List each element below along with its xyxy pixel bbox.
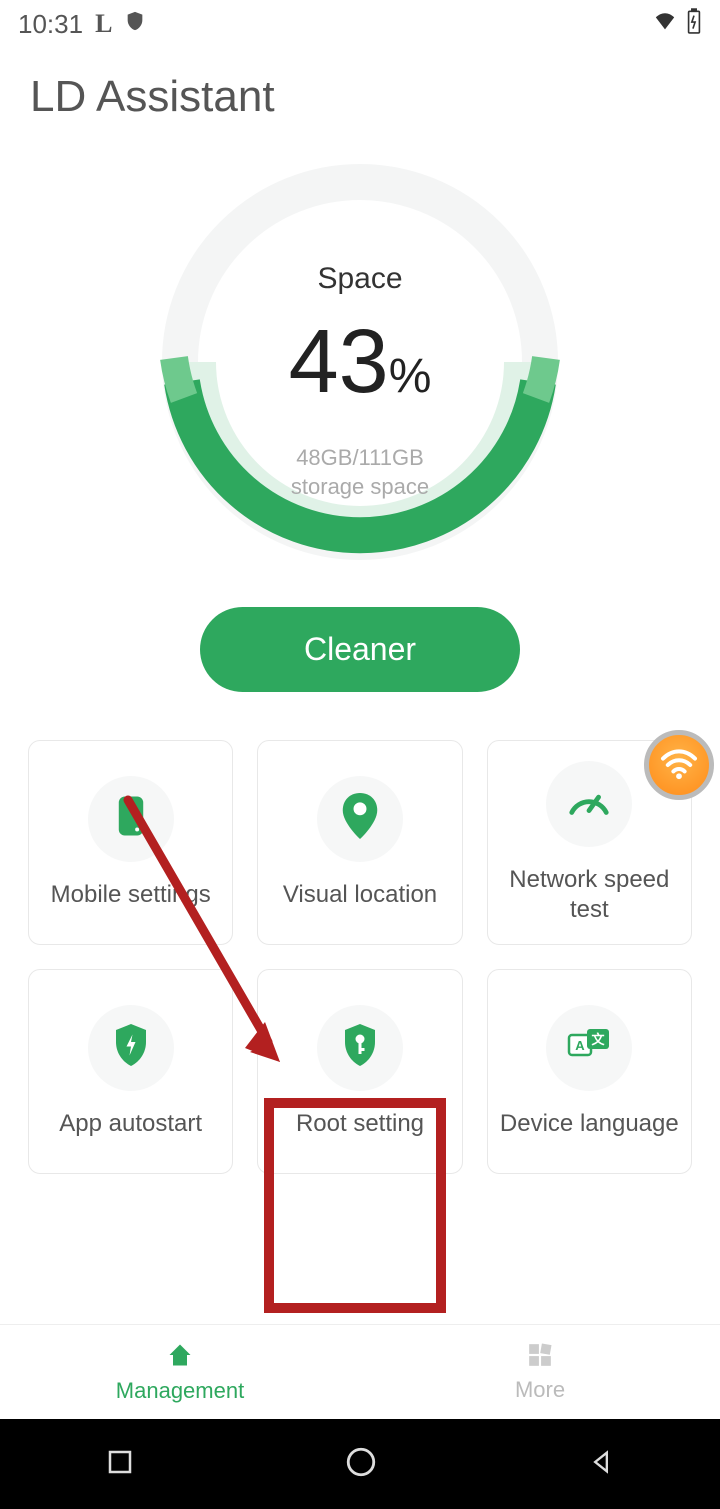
storage-gauge: Space 43% 48GB/111GB storage space [160, 162, 560, 562]
wifi-icon [652, 9, 678, 40]
battery-charging-icon [686, 8, 702, 41]
gauge-subtext: 48GB/111GB storage space [291, 444, 429, 501]
shield-icon [124, 9, 146, 40]
mobile-settings-card[interactable]: Mobile settings [28, 740, 233, 945]
android-nav-bar [0, 1419, 720, 1509]
percent-sign: % [389, 350, 432, 403]
card-label: Device language [500, 1109, 679, 1139]
location-pin-icon [342, 793, 378, 844]
card-label: Visual location [283, 880, 437, 910]
app-autostart-card[interactable]: App autostart [28, 969, 233, 1174]
status-bar: 10:31 L [0, 0, 720, 48]
status-time: 10:31 [18, 9, 83, 40]
gauge-sub-line2: storage space [291, 473, 429, 502]
nav-more[interactable]: More [360, 1325, 720, 1419]
device-language-card[interactable]: A文 Device language [487, 969, 692, 1174]
svg-text:文: 文 [592, 1032, 606, 1047]
card-label: App autostart [59, 1109, 202, 1139]
root-setting-card[interactable]: Root setting [257, 969, 462, 1174]
back-button[interactable] [587, 1447, 615, 1482]
speedometer-icon [566, 783, 612, 824]
gauge-label: Space [317, 262, 402, 296]
cleaner-button[interactable]: Cleaner [200, 607, 520, 692]
l-icon: L [95, 9, 112, 39]
translate-icon: A文 [567, 1025, 611, 1070]
home-button[interactable] [344, 1445, 378, 1484]
grid-icon [527, 1342, 553, 1373]
nav-label: More [515, 1377, 565, 1403]
visual-location-card[interactable]: Visual location [257, 740, 462, 945]
home-icon [166, 1341, 194, 1374]
card-label: Network speed test [488, 865, 691, 925]
nav-label: Management [116, 1378, 244, 1404]
recent-apps-button[interactable] [105, 1447, 135, 1482]
svg-text:A: A [576, 1038, 586, 1053]
bottom-nav: Management More [0, 1324, 720, 1419]
wifi-icon [659, 749, 699, 781]
card-label: Mobile settings [51, 880, 211, 910]
app-title: LD Assistant [0, 48, 720, 132]
shield-key-icon [342, 1024, 378, 1071]
card-label: Root setting [296, 1109, 424, 1139]
floating-wifi-button[interactable] [644, 730, 714, 800]
gauge-value: 43% [289, 311, 432, 414]
nav-management[interactable]: Management [0, 1325, 360, 1419]
shield-bolt-icon [113, 1024, 149, 1071]
gauge-value-number: 43 [289, 312, 389, 412]
feature-grid: Mobile settings Visual location Network … [0, 692, 720, 1194]
phone-icon [116, 794, 146, 843]
gauge-sub-line1: 48GB/111GB [291, 444, 429, 473]
